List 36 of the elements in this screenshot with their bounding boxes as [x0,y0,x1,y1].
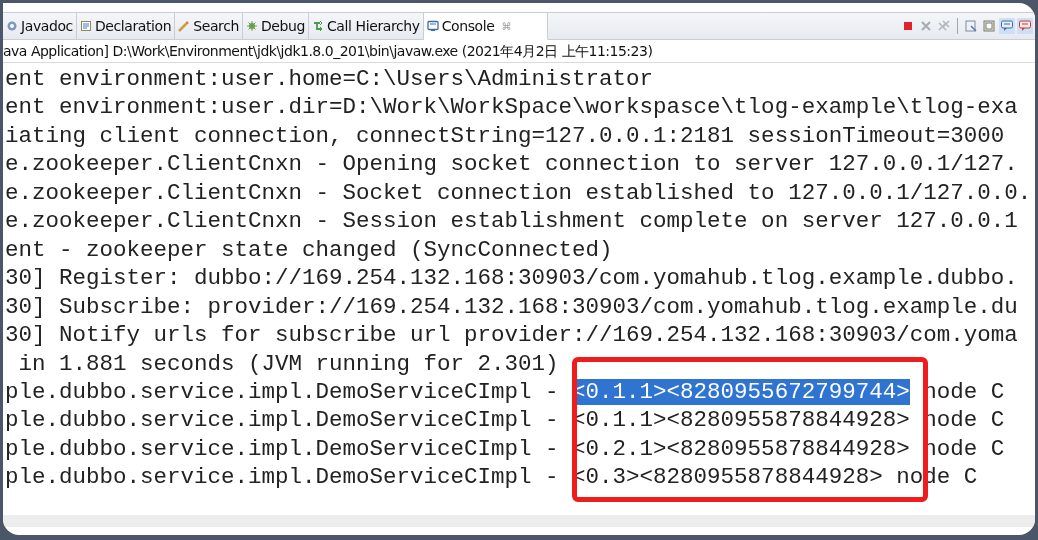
log-line: 30] Notify urls for subscribe url provider://169.254.132.168:30903/com.yoma [5,321,1018,350]
page-icon [964,19,978,33]
torch-icon [178,20,191,32]
round-icon [6,20,18,32]
toolbar-button[interactable] [963,18,979,34]
tab[interactable]: Declaration [76,13,176,39]
hierarchy-icon [312,20,324,32]
log-line: e.zookeeper.ClientCnxn - Opening socket connection to server 127.0.0.1/127. [5,150,1018,179]
tab[interactable]: Javadoc [3,13,77,39]
log-line: iating client connection, connectString=127.0.0.1:2181 sessionTimeout=3000 [5,121,1005,151]
speech-bubble-icon [1018,19,1032,33]
log-line: 30] Subscribe: provider://169.254.132.168:30903/com.yomahub.tlog.example.du [5,292,1018,322]
log-line: in 1.881 seconds (JVM running for 2.301) [17,349,559,378]
close-icon [919,19,933,33]
log-line: e.zookeeper.ClientCnxn - Socket connection established to 127.0.0.1/127.0.0. [5,178,1032,208]
toolbar-button[interactable] [999,18,1015,34]
stop-icon [901,19,915,33]
tab[interactable]: Search [175,13,243,39]
log-line: ent - zookeeper state changed (SyncConnected) [5,235,613,265]
tab[interactable]: Console ⌘ [423,13,549,40]
log-line: 30] Register: dubbo://169.254.132.168:30903/com.yomahub.tlog.example.dubbo. [5,264,1018,293]
console-icon [426,20,439,32]
speech-bubble-icon [1000,19,1014,33]
tab[interactable]: Debug [242,13,309,39]
log-line: ent environment:user.home=C:\Users\Administrator [5,65,654,94]
log-line: ent environment:user.dir=D:\Work\WorkSpace\workspasce\tlog-example\tlog-exa [5,93,1018,122]
log-line: e.zookeeper.ClientCnxn - Session establishment complete on server 127.0.0.1 [5,207,1018,236]
toolbar-button[interactable] [981,18,997,34]
toolbar-button[interactable] [1017,18,1033,34]
process-label: ava Application] D:\Work\Environment\jdk\jdk1.8.0_201\bin\javaw.exe (2021年4月2日 上午11:15:23) [3,40,1035,63]
window-icon [982,19,996,33]
bug-icon [245,20,258,32]
tab[interactable]: Call Hierarchy [309,13,424,39]
document-icon [79,20,92,32]
double-cross-icon [937,19,951,33]
horizontal-scrollbar[interactable] [3,515,1035,527]
